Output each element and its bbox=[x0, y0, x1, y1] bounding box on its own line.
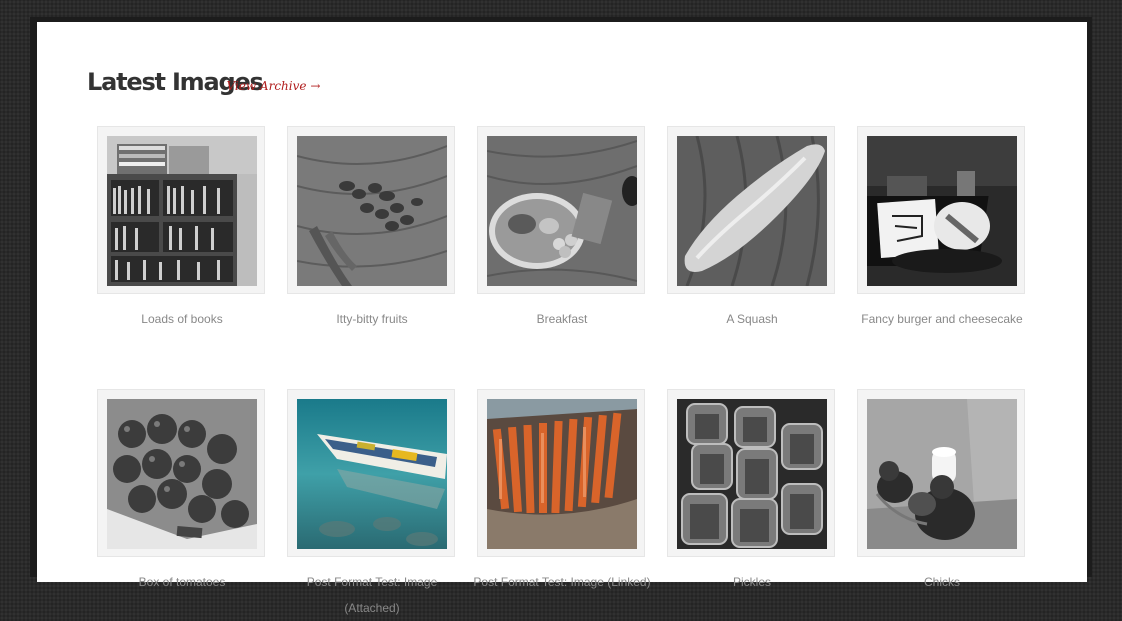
chicks-photo bbox=[867, 399, 1017, 549]
gallery-item: Post Format Test: Image (Attached) bbox=[287, 389, 457, 621]
image-caption[interactable]: Chicks bbox=[857, 569, 1027, 595]
thumbnail-link[interactable] bbox=[477, 389, 645, 557]
gallery-item: A Squash bbox=[667, 126, 837, 332]
pickle-jars-photo bbox=[677, 399, 827, 549]
gallery-item: Breakfast bbox=[477, 126, 647, 332]
image-caption[interactable]: Box of tomatoes bbox=[97, 569, 267, 595]
image-caption[interactable]: Breakfast bbox=[477, 306, 647, 332]
image-caption[interactable]: Post Format Test: Image (Attached) bbox=[287, 569, 457, 621]
image-grid: Loads of books Itty-bitty fruits Breakfa… bbox=[97, 126, 1027, 621]
image-caption[interactable]: Loads of books bbox=[97, 306, 267, 332]
tomato-box-photo bbox=[107, 399, 257, 549]
thumbnail-link[interactable] bbox=[287, 126, 455, 294]
gallery-item: Box of tomatoes bbox=[97, 389, 267, 621]
fruits-photo bbox=[297, 136, 447, 286]
image-caption[interactable]: Fancy burger and cheesecake bbox=[857, 306, 1027, 332]
grilled-carrots-photo bbox=[487, 399, 637, 549]
gallery-item: Post Format Test: Image (Linked) bbox=[473, 389, 651, 621]
boat-on-water-photo bbox=[297, 399, 447, 549]
image-caption[interactable]: Pickles bbox=[667, 569, 837, 595]
thumbnail-link[interactable] bbox=[97, 389, 265, 557]
image-caption[interactable]: Itty-bitty fruits bbox=[287, 306, 457, 332]
thumbnail-link[interactable] bbox=[287, 389, 455, 557]
thumbnail-link[interactable] bbox=[97, 126, 265, 294]
gallery-item: Pickles bbox=[667, 389, 837, 621]
thumbnail-link[interactable] bbox=[857, 389, 1025, 557]
content-area: Latest Images View Archive → Loads of bo… bbox=[37, 22, 1087, 615]
thumbnail-link[interactable] bbox=[857, 126, 1025, 294]
gallery-item: Chicks bbox=[857, 389, 1027, 621]
breakfast-plate-photo bbox=[487, 136, 637, 286]
gallery-item: Itty-bitty fruits bbox=[287, 126, 457, 332]
gallery-item: Loads of books bbox=[97, 126, 267, 332]
burger-cheesecake-photo bbox=[867, 136, 1017, 286]
gallery-item: Fancy burger and cheesecake bbox=[857, 126, 1027, 332]
thumbnail-link[interactable] bbox=[667, 126, 835, 294]
image-caption[interactable]: A Squash bbox=[667, 306, 837, 332]
section-heading: Latest Images View Archive → bbox=[87, 68, 320, 96]
image-caption[interactable]: Post Format Test: Image (Linked) bbox=[467, 569, 657, 595]
squash-photo bbox=[677, 136, 827, 286]
view-archive-link[interactable]: View Archive → bbox=[226, 79, 320, 93]
thumbnail-link[interactable] bbox=[477, 126, 645, 294]
bookshelf-photo bbox=[107, 136, 257, 286]
thumbnail-link[interactable] bbox=[667, 389, 835, 557]
